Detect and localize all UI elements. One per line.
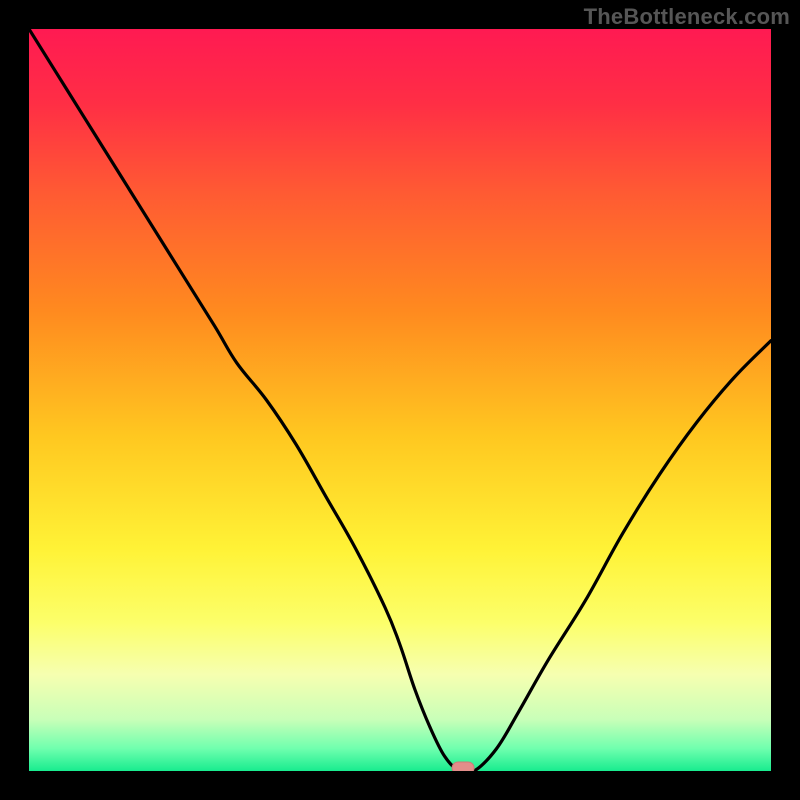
watermark-text: TheBottleneck.com xyxy=(584,4,790,30)
bottleneck-chart xyxy=(0,0,800,800)
plot-background xyxy=(29,29,771,771)
optimal-marker xyxy=(452,762,474,774)
chart-frame: { "watermark": "TheBottleneck.com", "col… xyxy=(0,0,800,800)
